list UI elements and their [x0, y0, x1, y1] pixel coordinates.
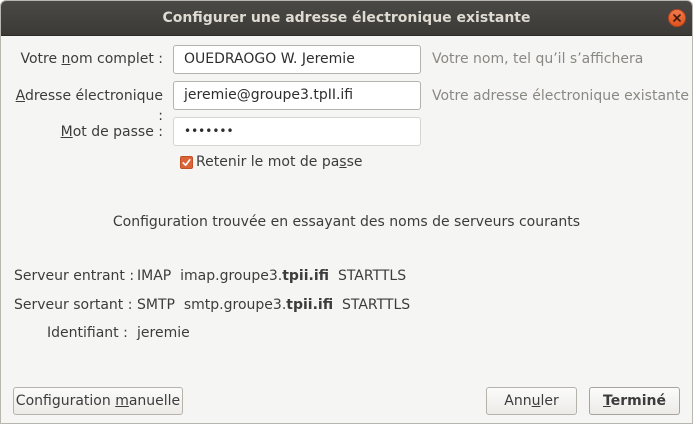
full-name-hint: Votre nom, tel qu’il s’affichera — [432, 51, 644, 67]
email-hint: Votre adresse électronique existante — [432, 88, 690, 104]
identity-value: jeremie — [137, 325, 190, 341]
window-title: Configurer une adresse électronique exis… — [162, 10, 531, 26]
manual-config-button[interactable]: Configuration manuelle — [13, 387, 183, 415]
full-name-input[interactable]: OUEDRAOGO W. Jeremie — [173, 45, 421, 74]
incoming-host-domain: tpii.ifi — [282, 268, 330, 284]
incoming-server-label: Serveur entrant : — [14, 268, 135, 284]
email-label: Adresse électronique : — [15, 88, 163, 124]
outgoing-protocol: SMTP — [137, 297, 175, 313]
incoming-host-prefix: imap.groupe3. — [180, 268, 283, 284]
password-input[interactable]: ••••••• — [173, 117, 421, 146]
email-input[interactable]: jeremie@groupe3.tpII.ifi — [173, 81, 421, 110]
remember-password-label[interactable]: Retenir le mot de passe — [196, 152, 363, 172]
outgoing-server-value: SMTP smtp.groupe3.tpii.ifi STARTTLS — [137, 295, 410, 315]
cancel-button[interactable]: Annuler — [486, 387, 577, 415]
done-button[interactable]: Terminé — [589, 387, 680, 415]
close-icon — [673, 14, 681, 22]
full-name-label: Votre nom complet : — [20, 51, 163, 67]
incoming-security: STARTTLS — [337, 268, 407, 284]
check-icon — [182, 159, 191, 166]
config-status-message: Configuration trouvée en essayant des no… — [112, 214, 581, 230]
incoming-server-value: IMAP imap.groupe3.tpii.ifi STARTTLS — [137, 266, 406, 286]
outgoing-host-prefix: smtp.groupe3. — [183, 297, 287, 313]
identity-label: Identifiant : — [47, 325, 128, 341]
password-label: Mot de passe : — [60, 124, 163, 140]
incoming-protocol: IMAP — [137, 268, 172, 284]
close-button[interactable] — [668, 9, 686, 27]
dialog-window: Configurer une adresse électronique exis… — [0, 0, 693, 424]
title-bar[interactable]: Configurer une adresse électronique exis… — [1, 1, 692, 36]
outgoing-host-domain: tpii.ifi — [286, 297, 334, 313]
outgoing-security: STARTTLS — [341, 297, 411, 313]
outgoing-server-label: Serveur sortant : — [14, 297, 133, 313]
remember-password-checkbox[interactable] — [180, 156, 193, 169]
